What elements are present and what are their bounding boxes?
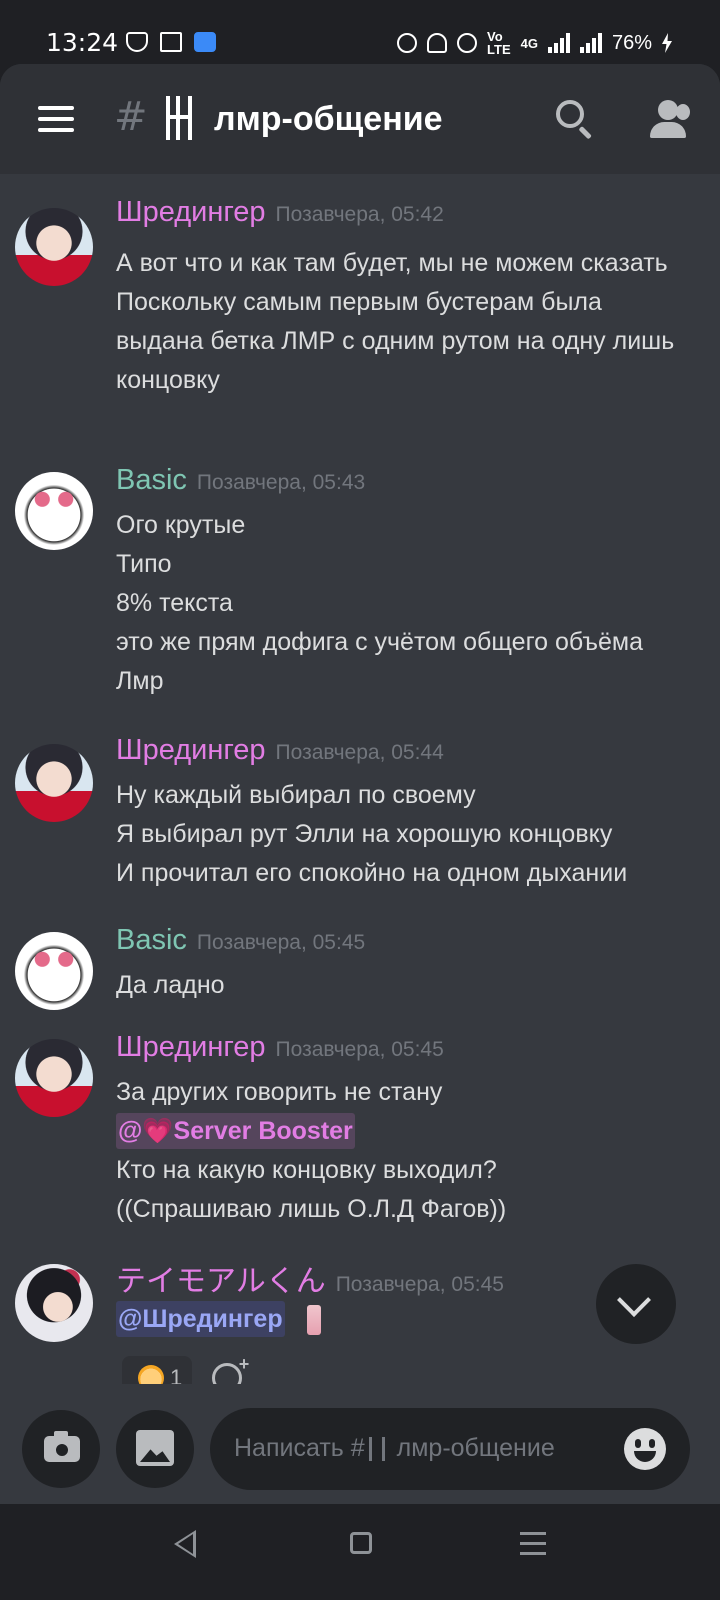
- image-icon: [136, 1430, 174, 1466]
- message-timestamp: Позавчера, 05:44: [275, 741, 444, 764]
- channel-name[interactable]: лмр-общение: [214, 100, 443, 139]
- role-mention[interactable]: @💗Server Booster: [116, 1113, 355, 1149]
- message-line: А вот что и как там будет, мы не можем с…: [116, 249, 668, 277]
- message-line: Кто на какую концовку выходил?: [116, 1156, 497, 1184]
- message-timestamp: Позавчера, 05:45: [335, 1273, 504, 1296]
- author-name[interactable]: Basic: [116, 464, 187, 496]
- avatar[interactable]: [15, 472, 93, 550]
- message-header: テイモアルくん Позавчера, 05:45: [116, 1256, 504, 1300]
- message-timestamp: Позавчера, 05:45: [196, 931, 366, 954]
- message-content: Ну каждый выбирал по своему Я выбирал ру…: [116, 776, 696, 893]
- message-line: Ого крутые: [116, 511, 246, 539]
- message-input[interactable]: Написать # лмр-общение: [210, 1408, 690, 1490]
- volte-label: Vo LTE: [487, 29, 511, 57]
- message-header: Шредингер Позавчера, 05:44: [116, 734, 444, 767]
- avatar[interactable]: [15, 932, 93, 1010]
- message-content: Да ладно: [116, 966, 696, 1005]
- battery-percent: 76%: [611, 31, 652, 54]
- status-time: 13:24: [46, 28, 119, 57]
- message-line: 8% текста: [116, 589, 233, 617]
- camera-icon: [44, 1431, 80, 1462]
- members-icon[interactable]: [648, 100, 692, 140]
- charging-icon: [662, 33, 672, 53]
- author-name[interactable]: Basic: [116, 924, 187, 956]
- shield-icon: [126, 32, 148, 52]
- message-line: @💗Server Booster: [116, 1112, 696, 1151]
- system-nav-bar: [0, 1504, 720, 1600]
- avatar[interactable]: [15, 1039, 93, 1117]
- status-bar: 13:24 Vo LTE 4G 76%: [0, 0, 720, 64]
- home-icon[interactable]: [350, 1532, 372, 1554]
- jump-to-latest-button[interactable]: [596, 1264, 676, 1344]
- gallery-button[interactable]: [116, 1410, 194, 1488]
- channel-emoji-icon: [166, 96, 192, 140]
- alarm-icon: [457, 33, 478, 53]
- message-line: Поскольку самым первым бустерам была выд…: [116, 288, 675, 394]
- author-name[interactable]: Шредингер: [116, 1031, 266, 1063]
- message-line: Да ладно: [116, 971, 225, 999]
- message-header: Basic Позавчера, 05:45: [116, 924, 365, 957]
- signal-icon: [547, 33, 570, 53]
- heart-icon: 💗: [142, 1117, 174, 1145]
- message-content: За других говорить не стану @💗Server Boo…: [116, 1073, 696, 1229]
- message-content: А вот что и как там будет, мы не можем с…: [116, 244, 696, 400]
- message-header: Шредингер Позавчера, 05:45: [116, 1031, 444, 1064]
- notification-icons: [126, 32, 216, 52]
- android-icon: [194, 32, 216, 52]
- headphones-icon: [397, 33, 418, 53]
- camera-button[interactable]: [22, 1410, 100, 1488]
- network-type: 4G: [520, 35, 538, 51]
- avatar[interactable]: [15, 1264, 93, 1342]
- message-line: это же прям дофига с учётом общего объём…: [116, 628, 644, 695]
- message-timestamp: Позавчера, 05:45: [275, 1038, 444, 1061]
- message-header: Basic Позавчера, 05:43: [116, 464, 365, 497]
- search-icon[interactable]: [556, 100, 584, 128]
- channel-emoji-icon: [368, 1437, 385, 1462]
- system-icons: Vo LTE 4G 76%: [397, 30, 672, 56]
- author-name[interactable]: Шредингер: [116, 734, 266, 766]
- message-header: Шредингер Позавчера, 05:42: [116, 196, 444, 229]
- channel-header: # лмр-общение: [0, 64, 720, 174]
- message-line: И прочитал его спокойно на одном дыхании: [116, 859, 628, 887]
- hamburger-menu-icon[interactable]: [38, 106, 74, 132]
- message-line: Ну каждый выбирал по своему: [116, 781, 476, 809]
- inline-emoji-icon: [306, 1305, 321, 1336]
- bell-off-icon: [427, 33, 448, 53]
- message-composer: Написать # лмр-общение: [0, 1384, 720, 1504]
- avatar[interactable]: [15, 744, 93, 822]
- channel-hash-icon: #: [114, 94, 148, 140]
- recents-icon[interactable]: [520, 1532, 546, 1562]
- chevron-down-icon: [617, 1283, 651, 1317]
- message-content: Ого крутые Типо 8% текста это же прям до…: [116, 506, 696, 701]
- message-input-placeholder: Написать # лмр-общение: [234, 1434, 555, 1462]
- message-line: Типо: [116, 550, 172, 578]
- message-timestamp: Позавчера, 05:43: [196, 471, 366, 494]
- message-line: ((Спрашиваю лишь О.Л.Д Фагов)): [116, 1195, 507, 1223]
- message-line: За других говорить не стану: [116, 1078, 443, 1106]
- mail-icon: [160, 32, 182, 52]
- signal-icon-2: [579, 33, 602, 53]
- discord-app: # лмр-общение Шредингер Позавчера, 05:42 …: [0, 64, 720, 1504]
- author-name[interactable]: テイモアルくん: [116, 1264, 326, 1299]
- emoji-picker-icon[interactable]: [624, 1428, 666, 1470]
- author-name[interactable]: Шредингер: [116, 196, 266, 228]
- avatar[interactable]: [15, 208, 93, 286]
- message-line: Я выбирал рут Элли на хорошую концовку: [116, 820, 613, 848]
- back-icon[interactable]: [174, 1530, 196, 1558]
- user-mention[interactable]: @Шредингер: [116, 1301, 285, 1337]
- message-timestamp: Позавчера, 05:42: [275, 203, 444, 226]
